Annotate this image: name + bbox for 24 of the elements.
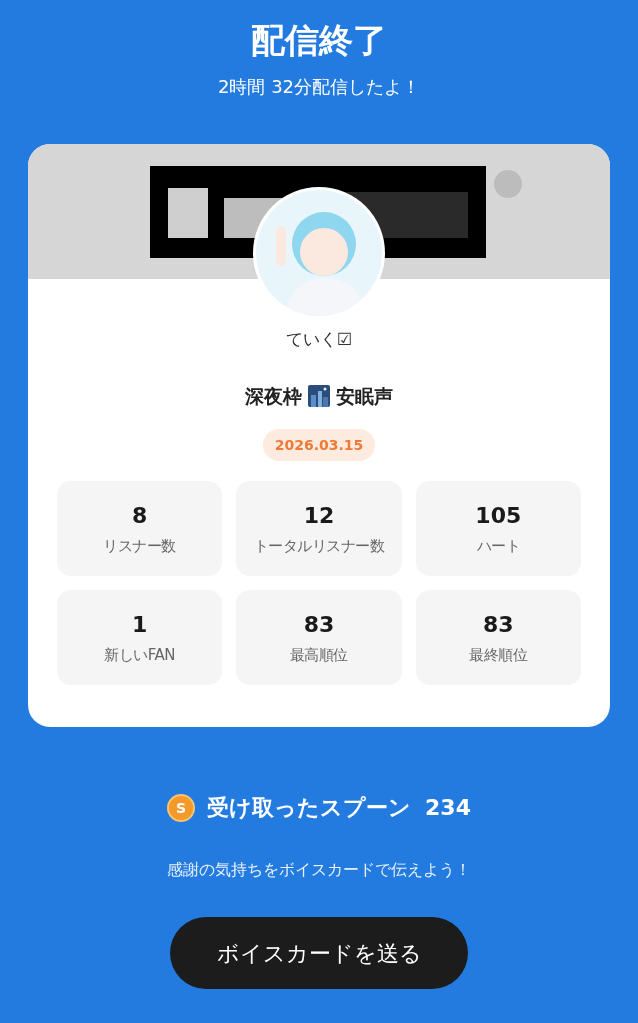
screen-title: 配信終了 [251,19,387,62]
duration-text: 2時間 32分配信したよ！ [217,75,421,99]
stat-label: ハート [476,535,521,556]
night-city-icon [308,385,330,407]
user-name: ていく☑ [285,328,353,351]
thanks-message: 感謝の気持ちをボイスカードで伝えよう！ [167,859,471,881]
stat-value: 105 [475,501,522,530]
spoons-label: 受け取ったスプーン [207,794,412,822]
stat-value: 83 [303,610,335,639]
date-badge: 2026.03.15 [262,429,376,461]
stat-value: 8 [132,501,148,530]
stat-label: 最終順位 [469,644,528,665]
send-voice-card-button[interactable]: ボイスカードを送る [170,917,468,989]
stat-label: トータルリスナー数 [253,535,385,556]
broadcast-title: 安眠声 [336,384,393,409]
stat-value: 1 [132,610,148,639]
stat-label: 最高順位 [290,644,348,665]
broadcast-title: 深夜枠 [245,384,302,409]
stat-value: 12 [303,501,335,530]
stat-value: 83 [483,610,514,639]
spoons-count: 234 [425,794,471,822]
stat-label: リスナー数 [103,535,176,556]
stat-label: 新しいFAN [104,644,176,665]
coin-icon: S [167,794,196,822]
